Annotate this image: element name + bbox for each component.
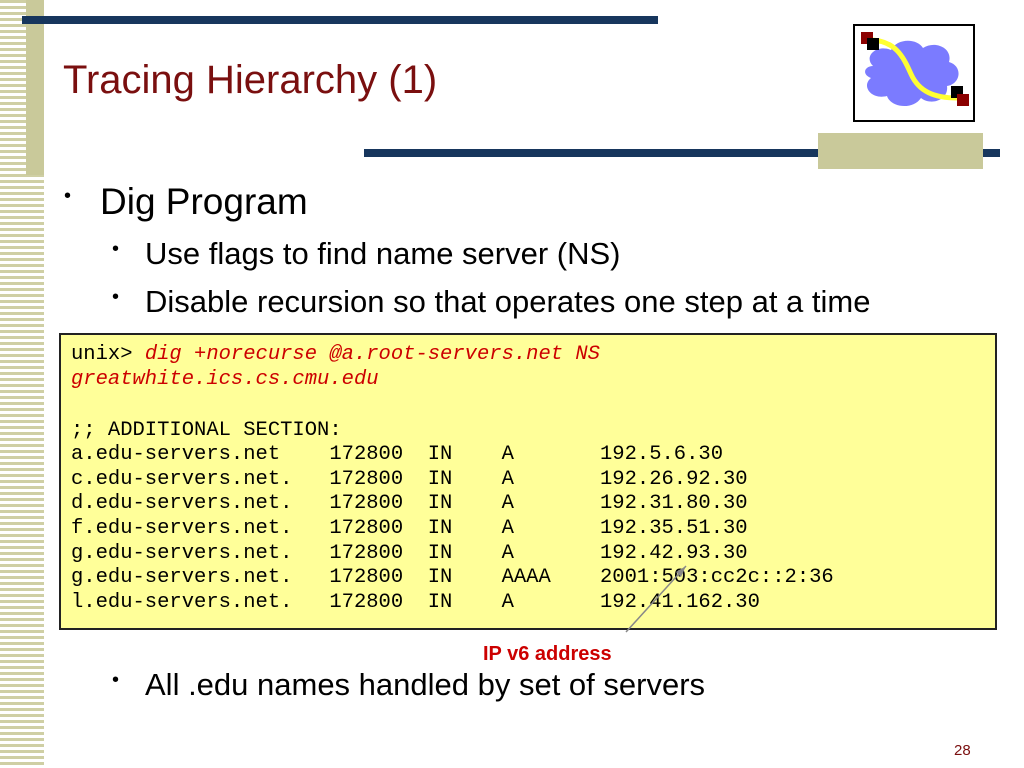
decorative-stripe-block <box>26 0 44 175</box>
bullet-dot: • <box>112 286 120 308</box>
dig-command: dig +norecurse @a.root-servers.net NS <box>144 343 600 366</box>
bullet-dot: • <box>112 669 120 691</box>
network-cloud-logo-icon <box>853 24 975 122</box>
record-row: l.edu-servers.net. 172800 IN A 192.41.16… <box>71 591 760 614</box>
slide-title: Tracing Hierarchy (1) <box>63 58 438 102</box>
top-accent-bar <box>22 16 658 24</box>
tan-accent-block <box>818 133 983 169</box>
record-row: f.edu-servers.net. 172800 IN A 192.35.51… <box>71 517 748 540</box>
code-line-command: unix> dig +norecurse @a.root-servers.net… <box>71 343 600 368</box>
record-row: c.edu-servers.net. 172800 IN A 192.26.92… <box>71 468 748 491</box>
subbullet-text: All .edu names handled by set of servers <box>145 667 706 702</box>
dig-command-continued: greatwhite.ics.cs.cmu.edu <box>71 368 379 391</box>
shell-prompt: unix> <box>71 343 145 366</box>
bullet-dot: • <box>112 238 120 260</box>
record-row: g.edu-servers.net. 172800 IN AAAA 2001:5… <box>71 566 834 589</box>
subbullet-text: Disable recursion so that operates one s… <box>145 284 871 319</box>
page-number: 28 <box>954 742 971 759</box>
bullet-dot: • <box>64 185 72 207</box>
ipv6-annotation: IP v6 address <box>483 643 612 665</box>
record-row: d.edu-servers.net. 172800 IN A 192.31.80… <box>71 492 748 515</box>
additional-section-header: ;; ADDITIONAL SECTION: <box>71 419 342 442</box>
record-row: g.edu-servers.net. 172800 IN A 192.42.93… <box>71 542 748 565</box>
subbullet-text: Use flags to find name server (NS) <box>145 236 621 271</box>
dig-output-box: unix> dig +norecurse @a.root-servers.net… <box>59 333 997 630</box>
record-row: a.edu-servers.net 172800 IN A 192.5.6.30 <box>71 443 724 466</box>
bullet-text: Dig Program <box>100 181 308 222</box>
